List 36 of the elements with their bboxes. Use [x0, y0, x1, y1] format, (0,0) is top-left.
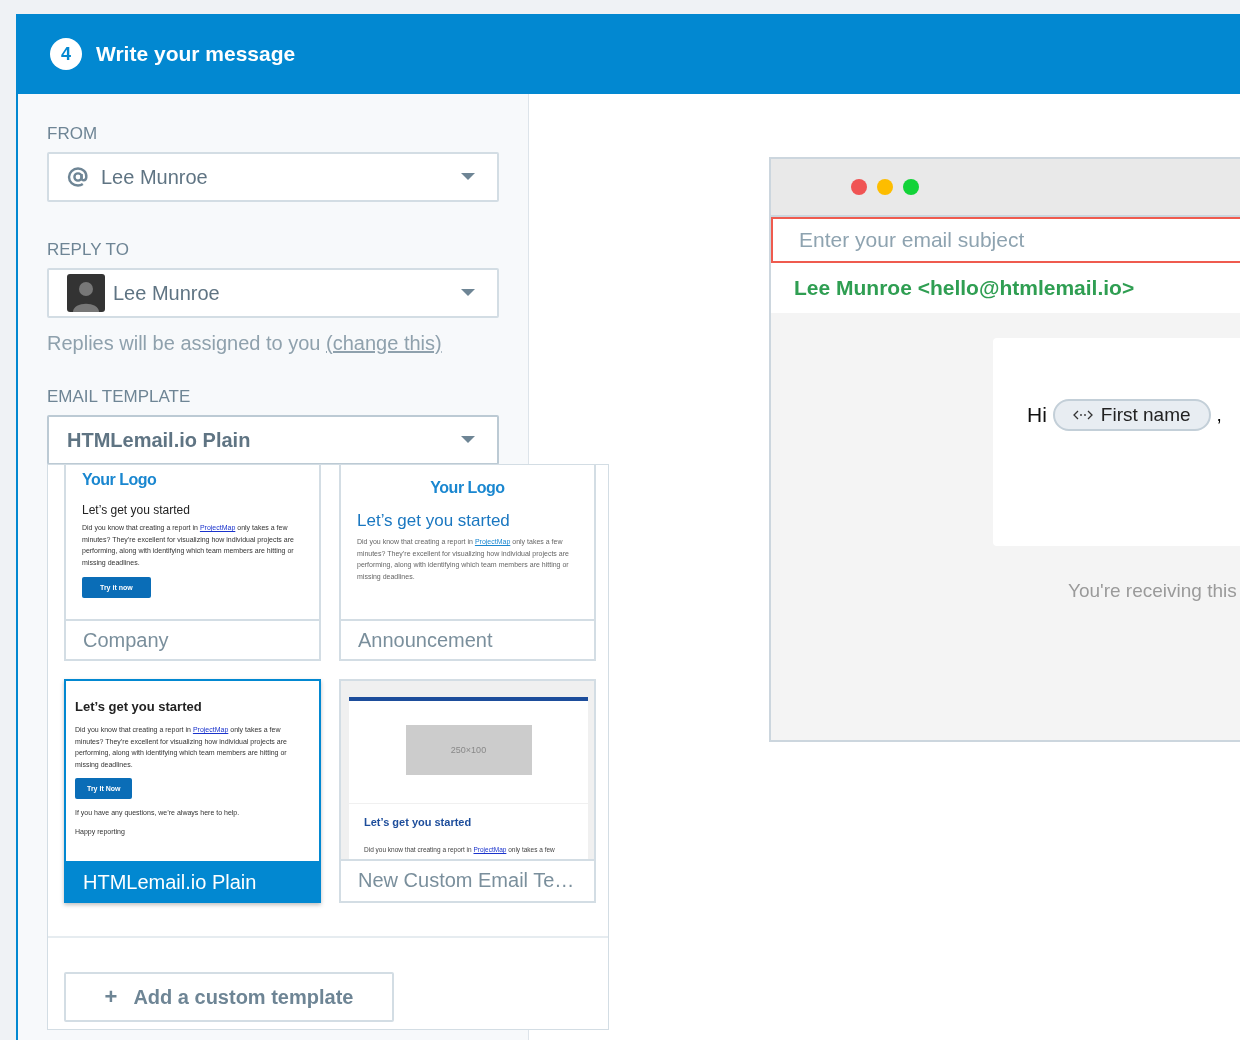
- step-number: 4: [50, 38, 82, 70]
- subject-field[interactable]: Enter your email subject: [771, 217, 1240, 263]
- template-name: New Custom Email Te…: [341, 859, 594, 899]
- template-card[interactable]: [64, 679, 321, 903]
- caret-icon: [461, 289, 475, 297]
- sender-text: Lee Munroe <hello@htmlemail.io>: [794, 276, 1135, 300]
- preview-heading: Let’s get you started: [75, 699, 203, 714]
- image-placeholder: 250×100: [405, 725, 532, 775]
- avatar-icon: [67, 274, 105, 312]
- reply-note: Replies will be assigned to you (change this): [47, 332, 443, 355]
- caret-icon: [461, 436, 475, 444]
- greeting-text: Hi: [1027, 402, 1047, 427]
- footer-text: You're receiving this: [1067, 580, 1238, 602]
- preview-heading: Let’s get you started: [363, 815, 473, 828]
- change-link[interactable]: (change this): [326, 332, 442, 354]
- template-name: Company: [66, 619, 319, 659]
- section-title: Write your message: [96, 42, 296, 66]
- preview-heading: Let’s get you started: [357, 511, 511, 531]
- field-label: FROM: [47, 124, 99, 144]
- merge-tag[interactable]: First name: [1052, 398, 1211, 431]
- field-label: EMAIL TEMPLATE: [47, 387, 192, 407]
- code-icon: [1072, 409, 1093, 420]
- logo-text: Your Logo: [429, 479, 506, 497]
- at-sign-icon: [67, 167, 89, 187]
- punctuation-text: ,: [1216, 403, 1222, 426]
- preview-heading: Let’s get you started: [82, 503, 191, 517]
- field-label: REPLY TO: [47, 240, 130, 260]
- window-controls-icon: [851, 179, 919, 195]
- reply-to-dropdown[interactable]: Lee Munroe: [47, 268, 499, 318]
- from-dropdown[interactable]: Lee Munroe: [47, 152, 499, 202]
- caret-icon: [461, 173, 475, 181]
- logo-text: Your Logo: [82, 471, 158, 489]
- add-template-button[interactable]: + Add a custom template: [64, 972, 394, 1022]
- template-name: Announcement: [341, 619, 594, 659]
- template-dropdown[interactable]: HTMLemail.io Plain: [47, 415, 499, 465]
- template-name: HTMLemail.io Plain: [66, 861, 319, 901]
